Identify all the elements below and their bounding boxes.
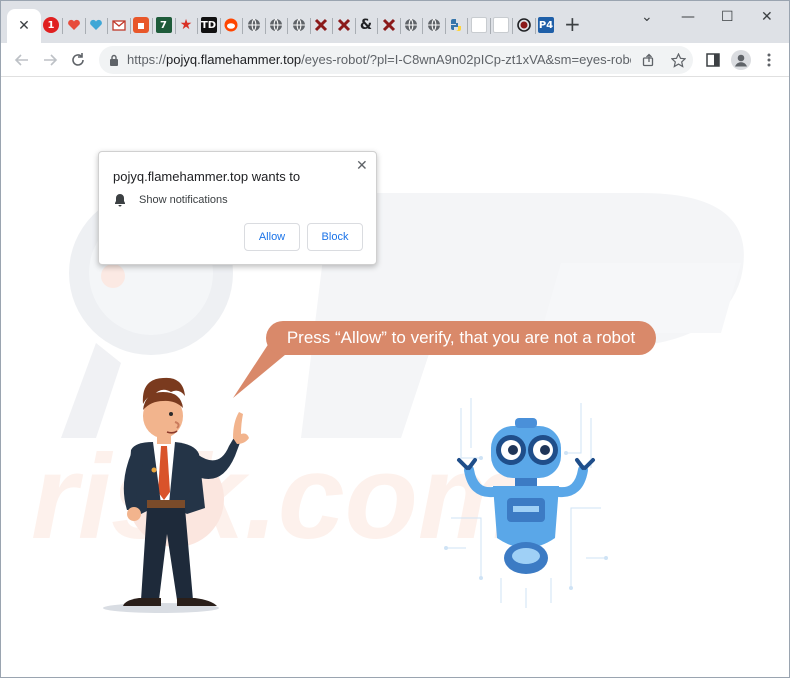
- arrow-left-icon: [14, 54, 28, 66]
- tab-separator: [287, 18, 288, 34]
- address-bar[interactable]: https://pojyq.flamehammer.top/eyes-robot…: [99, 46, 693, 74]
- bookmark-star-icon[interactable]: [669, 51, 687, 69]
- speech-bubble: Press “Allow” to verify, that you are no…: [266, 321, 656, 355]
- tab-separator: [354, 18, 356, 34]
- profile-button[interactable]: [730, 49, 752, 71]
- url-host: pojyq.flamehammer.top: [166, 52, 302, 67]
- robot-illustration: [444, 398, 608, 608]
- star-icon[interactable]: ★: [178, 17, 194, 33]
- tab-separator: [242, 18, 243, 34]
- globe-icon[interactable]: [403, 17, 419, 33]
- popup-title: pojyq.flamehammer.top wants to: [113, 169, 301, 184]
- x-mark-icon[interactable]: [336, 17, 352, 33]
- tab-separator: [219, 18, 221, 34]
- python-icon[interactable]: [448, 17, 464, 33]
- allow-button[interactable]: Allow: [244, 223, 300, 251]
- tab-separator: [129, 18, 131, 34]
- shopping-bag-icon[interactable]: [133, 17, 149, 33]
- web-page: risk.com Press “Allow” to verify, that y…: [1, 78, 789, 677]
- share-icon[interactable]: [640, 51, 658, 69]
- heart-icon[interactable]: [66, 17, 82, 33]
- permission-label: Show notifications: [139, 194, 228, 206]
- globe-icon[interactable]: [291, 17, 307, 33]
- reddit-icon[interactable]: [223, 17, 239, 33]
- record-icon[interactable]: [516, 17, 532, 33]
- reload-icon: [72, 53, 84, 66]
- popup-close-button[interactable]: ✕: [356, 158, 368, 174]
- tab-separator: [309, 18, 311, 34]
- toolbar: https://pojyq.flamehammer.top/eyes-robot…: [1, 43, 789, 77]
- arrow-right-icon: [44, 54, 58, 66]
- envelope-icon[interactable]: [111, 17, 127, 33]
- number-one-badge-icon[interactable]: 1: [43, 17, 59, 33]
- block-button[interactable]: Block: [307, 223, 363, 251]
- url-scheme: https://: [127, 52, 167, 67]
- tab-separator: [264, 18, 266, 34]
- businessman-illustration: [103, 377, 249, 613]
- tab-separator: [377, 18, 378, 34]
- tab-separator: [422, 18, 423, 34]
- tab-separator: [62, 18, 63, 34]
- ampersand-icon[interactable]: &: [358, 17, 374, 33]
- tab-separator: [444, 18, 446, 34]
- side-panel-button[interactable]: [702, 49, 724, 71]
- forward-button[interactable]: [39, 49, 61, 71]
- bell-icon: [115, 194, 125, 207]
- tab-separator: [534, 18, 536, 34]
- td-icon[interactable]: TD: [200, 17, 217, 33]
- tab-separator: [107, 18, 108, 34]
- seven-icon[interactable]: 7: [155, 17, 172, 33]
- tab-separator: [332, 18, 333, 34]
- maximize-button[interactable]: ☐: [721, 9, 734, 25]
- reload-button[interactable]: [67, 49, 89, 71]
- tab-separator: [197, 18, 198, 34]
- blank-page-icon[interactable]: [493, 17, 509, 33]
- close-tab-icon[interactable]: ✕: [18, 19, 30, 33]
- back-button[interactable]: [11, 49, 33, 71]
- new-tab-button[interactable]: +: [564, 14, 581, 34]
- tab-separator: [489, 18, 491, 34]
- globe-icon[interactable]: [268, 17, 284, 33]
- active-tab[interactable]: ✕: [7, 9, 41, 43]
- tab-separator: [399, 18, 401, 34]
- notification-permission-popup: pojyq.flamehammer.top wants to ✕ Show no…: [98, 151, 377, 265]
- x-mark-icon[interactable]: [313, 17, 329, 33]
- minimize-button[interactable]: —: [681, 9, 695, 25]
- x-mark-icon[interactable]: [381, 17, 397, 33]
- tab-search-icon[interactable]: ⌄: [641, 9, 653, 25]
- close-window-button[interactable]: ✕: [761, 9, 773, 25]
- side-panel-icon: [706, 53, 720, 67]
- tab-separator: [84, 18, 86, 34]
- browser-window: ✕ 1 7 ★ TD & P4 + ⌄ — ☐ ✕ https://pojyq.flame…: [0, 0, 790, 678]
- globe-icon[interactable]: [246, 17, 262, 33]
- tab-strip: ✕ 1 7 ★ TD & P4 + ⌄ — ☐ ✕: [1, 1, 789, 43]
- globe-icon[interactable]: [426, 17, 442, 33]
- blank-page-icon[interactable]: [470, 17, 487, 33]
- url-path: /eyes-robot/?pl=I-C8wnA9n02pICp-zt1xVA&s…: [301, 52, 631, 67]
- tab-separator: [152, 18, 153, 34]
- tab-separator: [512, 18, 513, 34]
- tab-separator: [467, 18, 468, 34]
- tab-separator: [174, 18, 176, 34]
- avatar-icon: [731, 50, 751, 70]
- menu-button[interactable]: [758, 49, 780, 71]
- heart-icon[interactable]: [88, 17, 104, 33]
- kebab-menu-icon: [767, 53, 771, 67]
- p4-icon[interactable]: P4: [538, 17, 554, 33]
- url-text[interactable]: https://pojyq.flamehammer.top/eyes-robot…: [127, 52, 631, 67]
- lock-icon[interactable]: [109, 54, 119, 66]
